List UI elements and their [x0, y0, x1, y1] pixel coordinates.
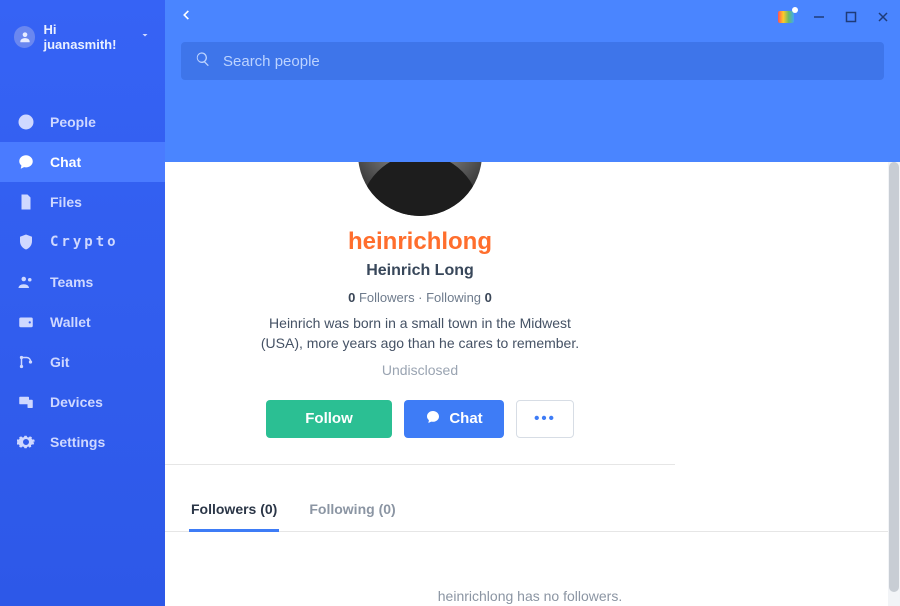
following-count: 0 [485, 290, 492, 305]
wallet-icon [16, 312, 36, 332]
sidebar-item-label: Git [50, 354, 69, 370]
gear-icon [16, 432, 36, 452]
sidebar-item-label: People [50, 114, 96, 130]
profile-card: heinrichlong Heinrich Long 0 Followers ·… [165, 162, 675, 465]
sidebar-item-settings[interactable]: Settings [0, 422, 165, 462]
sidebar: Hi juanasmith! People Chat Files Crypto … [0, 0, 165, 606]
minimize-button[interactable] [812, 10, 826, 24]
sidebar-item-teams[interactable]: Teams [0, 262, 165, 302]
search-icon [195, 51, 211, 72]
sidebar-item-wallet[interactable]: Wallet [0, 302, 165, 342]
git-icon [16, 352, 36, 372]
sidebar-item-files[interactable]: Files [0, 182, 165, 222]
scrollbar-thumb[interactable] [889, 162, 899, 592]
chevron-down-icon [139, 28, 151, 46]
titlebar [165, 0, 900, 34]
sidebar-item-label: Devices [50, 394, 103, 410]
window-controls [778, 10, 890, 24]
shield-icon [16, 232, 36, 252]
sidebar-item-label: Files [50, 194, 82, 210]
devices-icon [16, 392, 36, 412]
chat-button-label: Chat [449, 410, 482, 427]
profile-bio: Heinrich was born in a small town in the… [250, 313, 590, 354]
content-scroll: heinrichlong Heinrich Long 0 Followers ·… [165, 162, 900, 606]
profile-actions: Follow Chat ••• [189, 400, 651, 438]
profile-avatar[interactable] [358, 162, 482, 216]
tab-followers[interactable]: Followers (0) [189, 491, 279, 531]
avatar-icon [14, 26, 35, 48]
sidebar-item-devices[interactable]: Devices [0, 382, 165, 422]
user-greeting: Hi juanasmith! [43, 22, 131, 52]
profile-fullname: Heinrich Long [189, 262, 651, 280]
sidebar-item-label: Chat [50, 154, 81, 170]
profile-location: Undisclosed [189, 362, 651, 378]
sidebar-nav: People Chat Files Crypto Teams Wallet Gi… [0, 102, 165, 462]
profile-tabs: Followers (0) Following (0) [165, 491, 895, 532]
file-icon [16, 192, 36, 212]
chat-button[interactable]: Chat [404, 400, 504, 438]
search-bar[interactable] [181, 42, 884, 80]
more-button[interactable]: ••• [516, 400, 574, 438]
follow-button[interactable]: Follow [266, 400, 392, 438]
back-button[interactable] [175, 4, 197, 31]
sidebar-item-chat[interactable]: Chat [0, 142, 165, 182]
chat-icon [16, 152, 36, 172]
sidebar-item-label: Wallet [50, 314, 91, 330]
chat-icon [425, 409, 441, 429]
main-pane: heinrichlong Heinrich Long 0 Followers ·… [165, 0, 900, 606]
sidebar-item-people[interactable]: People [0, 102, 165, 142]
team-icon [16, 272, 36, 292]
stats-label: Followers · Following [355, 290, 484, 305]
person-icon [16, 112, 36, 132]
sidebar-item-git[interactable]: Git [0, 342, 165, 382]
sidebar-item-label: Teams [50, 274, 93, 290]
sidebar-item-label: Settings [50, 434, 105, 450]
search-bar-area [165, 34, 900, 92]
tab-following[interactable]: Following (0) [307, 491, 397, 531]
user-menu[interactable]: Hi juanasmith! [0, 16, 165, 70]
close-button[interactable] [876, 10, 890, 24]
search-input[interactable] [223, 53, 870, 70]
profile-handle: heinrichlong [189, 228, 651, 256]
maximize-button[interactable] [844, 10, 858, 24]
profile-stats: 0 Followers · Following 0 [189, 290, 651, 305]
scrollbar-track[interactable] [888, 162, 900, 606]
sidebar-item-label: Crypto [50, 234, 119, 250]
profile-hero [165, 92, 900, 162]
app-logo-icon [778, 11, 794, 23]
sidebar-item-crypto[interactable]: Crypto [0, 222, 165, 262]
empty-state: heinrichlong has no followers. [165, 532, 895, 606]
